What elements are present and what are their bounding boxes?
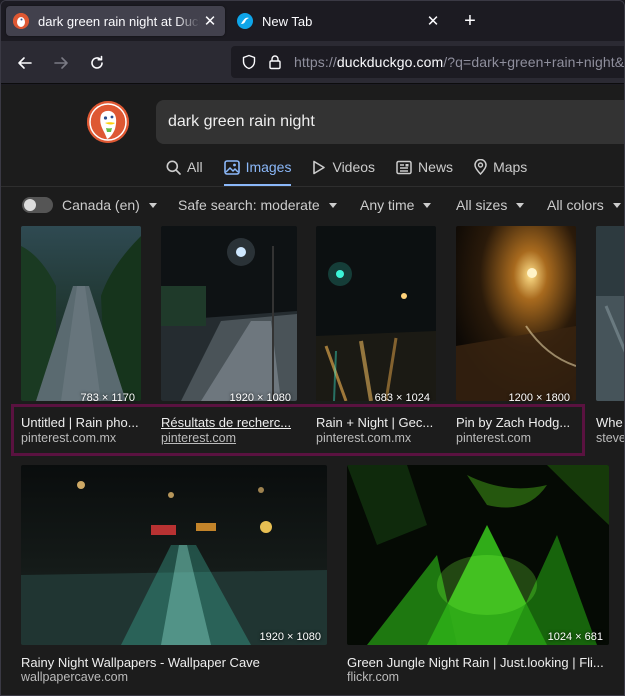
caret-down-icon [516, 202, 525, 208]
image-dimensions: 1920 × 1080 [259, 631, 321, 643]
size-label: All sizes [456, 197, 508, 213]
tab-duckduckgo[interactable]: dark green rain night at DuckDuckGo ✕ [6, 6, 225, 36]
caret-down-icon [612, 202, 621, 208]
result-thumbnail[interactable] [347, 465, 609, 645]
result-source[interactable]: flickr.com [347, 670, 609, 684]
play-icon [313, 160, 326, 174]
result-title[interactable]: Rain + Night | Gec... [316, 415, 436, 430]
result-source[interactable]: pinterest.com [161, 431, 291, 445]
duckduckgo-logo[interactable] [87, 101, 129, 143]
caret-down-icon [328, 202, 337, 208]
firefox-favicon-icon [237, 13, 253, 29]
result-title[interactable]: Rainy Night Wallpapers - Wallpaper Cave [21, 655, 327, 670]
result-source[interactable]: wallpapercave.com [21, 670, 327, 684]
image-dimensions: 1024 × 681 [547, 631, 603, 643]
region-toggle[interactable] [22, 197, 53, 213]
close-tab-icon[interactable]: ✕ [200, 11, 220, 31]
color-label: All colors [547, 197, 604, 213]
new-tab-button[interactable]: + [458, 9, 482, 33]
filter-bar: Canada (en) Safe search: moderate Any ti… [1, 193, 624, 219]
newspaper-icon [396, 160, 412, 174]
tab-label: Images [245, 159, 292, 175]
result-title[interactable]: Green Jungle Night Rain | Just.looking |… [347, 655, 609, 670]
tab-all[interactable]: All [166, 156, 203, 178]
caret-down-icon [148, 202, 157, 208]
tab-label: All [187, 159, 203, 175]
result-thumbnail[interactable] [21, 226, 141, 401]
caret-down-icon [423, 202, 432, 208]
url-prefix: https:// [294, 54, 337, 70]
time-dropdown[interactable]: Any time [360, 197, 432, 213]
image-dimensions: 1920 × 1080 [229, 392, 291, 404]
image-result[interactable]: 1920 × 1080 Résultats de recherc... pint… [161, 226, 297, 445]
search-query[interactable]: dark green rain night [168, 113, 315, 131]
url-bar[interactable]: https://duckduckgo.com/?q=dark+green+rai… [231, 46, 625, 78]
image-result[interactable]: 1024 × 681 Green Jungle Night Rain | Jus… [347, 465, 609, 685]
image-result[interactable]: Whe steve [596, 226, 624, 442]
tab-label: News [418, 159, 454, 175]
reload-icon [91, 55, 103, 69]
image-dimensions: 683 × 1024 [374, 392, 430, 404]
map-pin-icon [474, 159, 487, 175]
back-button[interactable] [11, 49, 39, 77]
vertical-tabs: All Images Videos News Maps [166, 156, 548, 186]
tab-images[interactable]: Images [223, 156, 292, 186]
safe-search-label: Safe search: moderate [178, 197, 320, 213]
result-thumbnail[interactable] [21, 465, 327, 645]
arrow-left-icon [18, 57, 32, 69]
tab-new-tab[interactable]: New Tab ✕ [230, 6, 448, 36]
result-thumbnail[interactable] [316, 226, 436, 401]
safe-search-dropdown[interactable]: Safe search: moderate [178, 197, 337, 213]
url-domain: duckduckgo.com [336, 54, 444, 70]
close-tab-icon[interactable]: ✕ [423, 11, 443, 31]
lock-icon[interactable] [267, 54, 283, 70]
result-source[interactable]: pinterest.com.mx [316, 431, 436, 445]
browser-window: dark green rain night at DuckDuckGo ✕ Ne… [0, 0, 625, 696]
tab-videos[interactable]: Videos [312, 156, 375, 178]
region-label: Canada (en) [62, 197, 140, 213]
duckduckgo-favicon-icon [13, 13, 29, 29]
tab-label: Videos [332, 159, 376, 175]
divider [1, 186, 624, 187]
result-title[interactable]: Résultats de recherc... [161, 415, 291, 430]
reload-button[interactable] [83, 49, 111, 77]
tab-title: dark green rain night at DuckDuckGo [38, 13, 200, 29]
search-icon [166, 160, 181, 175]
tab-title: New Tab [262, 13, 313, 29]
navigation-toolbar: https://duckduckgo.com/?q=dark+green+rai… [1, 41, 625, 84]
result-thumbnail[interactable] [161, 226, 297, 401]
result-title[interactable]: Pin by Zach Hodg... [456, 415, 574, 430]
image-result[interactable]: 683 × 1024 Rain + Night | Gec... pintere… [316, 226, 436, 445]
result-title[interactable]: Untitled | Rain pho... [21, 415, 141, 430]
image-result[interactable]: 783 × 1170 Untitled | Rain pho... pinter… [21, 226, 141, 445]
image-result[interactable]: 1200 × 1800 Pin by Zach Hodg... pinteres… [456, 226, 576, 445]
tab-maps[interactable]: Maps [474, 156, 527, 178]
result-thumbnail[interactable] [456, 226, 576, 401]
tab-strip: dark green rain night at DuckDuckGo ✕ Ne… [1, 1, 624, 41]
image-icon [223, 159, 240, 175]
color-dropdown[interactable]: All colors [547, 197, 621, 213]
image-dimensions: 1200 × 1800 [508, 392, 570, 404]
result-source[interactable]: pinterest.com.mx [21, 431, 141, 445]
shield-icon[interactable] [241, 54, 257, 70]
tab-news[interactable]: News [396, 156, 453, 178]
search-results-page: dark green rain night All Images Videos … [1, 85, 624, 695]
result-source[interactable]: steve [596, 431, 624, 442]
arrow-right-icon [54, 57, 68, 69]
result-thumbnail[interactable] [596, 226, 624, 401]
image-dimensions: 783 × 1170 [80, 392, 135, 404]
tab-label: Maps [493, 159, 528, 175]
result-title[interactable]: Whe [596, 415, 624, 430]
result-source[interactable]: pinterest.com [456, 431, 574, 445]
search-input[interactable]: dark green rain night [156, 100, 624, 144]
size-dropdown[interactable]: All sizes [456, 197, 525, 213]
image-result[interactable]: 1920 × 1080 Rainy Night Wallpapers - Wal… [21, 465, 327, 685]
url-text[interactable]: https://duckduckgo.com/?q=dark+green+rai… [294, 54, 625, 70]
region-dropdown[interactable]: Canada (en) [62, 197, 157, 213]
url-path: /?q=dark+green+rain+night&t=h_&iax=image… [443, 54, 625, 70]
forward-button[interactable] [47, 49, 75, 77]
time-label: Any time [360, 197, 415, 213]
